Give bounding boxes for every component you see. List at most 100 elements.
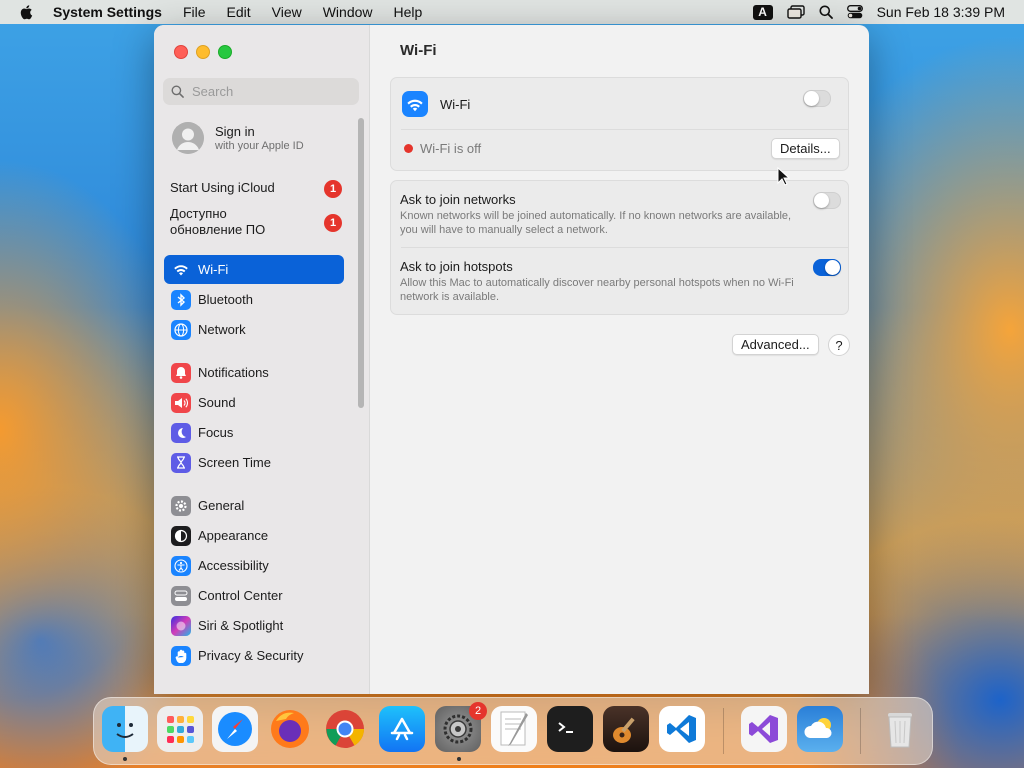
divider bbox=[401, 129, 848, 130]
apple-id-sign-in[interactable]: Sign in with your Apple ID bbox=[172, 122, 304, 154]
sidebar-item-network[interactable]: Network bbox=[164, 315, 344, 344]
speaker-icon bbox=[171, 392, 191, 413]
control-center-icon[interactable] bbox=[846, 5, 863, 19]
sidebar-item-wifi[interactable]: Wi-Fi bbox=[164, 255, 344, 284]
sidebar-item-appearance[interactable]: Appearance bbox=[164, 521, 344, 550]
wifi-toggle[interactable] bbox=[803, 90, 831, 107]
avatar bbox=[172, 122, 204, 154]
join-settings-card: Ask to join networks Known networks will… bbox=[390, 180, 849, 315]
screen-mirroring-icon[interactable] bbox=[786, 5, 805, 19]
chrome-icon[interactable] bbox=[322, 706, 368, 752]
dock: 2 bbox=[93, 697, 933, 765]
sidebar-item-focus[interactable]: Focus bbox=[164, 418, 344, 447]
ask-join-hotspots-title: Ask to join hotspots bbox=[400, 259, 513, 274]
menu-app-name[interactable]: System Settings bbox=[53, 4, 162, 20]
search-input[interactable] bbox=[190, 83, 354, 100]
divider bbox=[401, 247, 848, 248]
wifi-status: Wi-Fi is off bbox=[420, 141, 482, 156]
sidebar-item-siri-spotlight[interactable]: Siri & Spotlight bbox=[164, 611, 344, 640]
ask-join-networks-title: Ask to join networks bbox=[400, 192, 516, 207]
status-dot bbox=[404, 144, 413, 153]
sidebar-item-label: Privacy & Security bbox=[198, 648, 304, 663]
vscode-icon[interactable] bbox=[659, 706, 705, 752]
visual-studio-icon[interactable] bbox=[741, 706, 787, 752]
ask-join-networks-toggle[interactable] bbox=[813, 192, 841, 209]
wifi-label: Wi-Fi bbox=[440, 97, 471, 112]
advanced-button[interactable]: Advanced... bbox=[732, 334, 819, 355]
launchpad-icon[interactable] bbox=[157, 706, 203, 752]
sidebar-item-accessibility[interactable]: Accessibility bbox=[164, 551, 344, 580]
sidebar-item-general[interactable]: General bbox=[164, 491, 344, 520]
sidebar-item-bluetooth[interactable]: Bluetooth bbox=[164, 285, 344, 314]
zoom-window-button[interactable] bbox=[218, 45, 232, 59]
minimize-window-button[interactable] bbox=[196, 45, 210, 59]
menu-help[interactable]: Help bbox=[394, 4, 423, 20]
sidebar-item-notifications[interactable]: Notifications bbox=[164, 358, 344, 387]
safari-icon[interactable] bbox=[212, 706, 258, 752]
trash-icon[interactable] bbox=[877, 706, 923, 752]
sidebar-alert-icloud[interactable]: Start Using iCloud 1 bbox=[170, 180, 342, 198]
menu-edit[interactable]: Edit bbox=[227, 4, 251, 20]
menu-file[interactable]: File bbox=[183, 4, 206, 20]
sidebar-scrollbar[interactable] bbox=[358, 118, 364, 408]
sidebar-item-label: Network bbox=[198, 322, 246, 337]
menu-view[interactable]: View bbox=[272, 4, 302, 20]
sidebar-item-label: General bbox=[198, 498, 245, 513]
alert-badge: 1 bbox=[324, 180, 342, 198]
sidebar-item-label: Focus bbox=[198, 425, 234, 440]
finder-icon[interactable] bbox=[102, 706, 148, 752]
siri-icon bbox=[171, 615, 191, 636]
sidebar-item-label: Accessibility bbox=[198, 558, 269, 573]
sidebar-item-label: Siri & Spotlight bbox=[198, 618, 284, 633]
sidebar-item-control-center[interactable]: Control Center bbox=[164, 581, 344, 610]
help-button[interactable]: ? bbox=[828, 334, 850, 356]
wifi-icon bbox=[171, 260, 191, 280]
wifi-card: Wi-Fi Wi-Fi is off Details... bbox=[390, 77, 849, 171]
sidebar: Sign in with your Apple ID Start Using i… bbox=[154, 25, 370, 694]
content-pane: Wi-Fi Wi-Fi Wi-Fi is off Details... Ask … bbox=[370, 25, 869, 694]
apple-logo-icon[interactable] bbox=[19, 4, 35, 20]
weather-icon[interactable] bbox=[797, 706, 843, 752]
sidebar-item-label: Wi-Fi bbox=[198, 262, 229, 277]
appearance-icon bbox=[171, 525, 191, 546]
sidebar-item-label: Appearance bbox=[198, 528, 269, 543]
sidebar-item-sound[interactable]: Sound bbox=[164, 388, 344, 417]
accessibility-icon bbox=[171, 555, 191, 576]
mouse-pointer-icon bbox=[777, 167, 790, 186]
globe-icon bbox=[171, 319, 191, 340]
app-store-icon[interactable] bbox=[379, 706, 425, 752]
sidebar-search[interactable] bbox=[163, 78, 359, 105]
firefox-icon[interactable] bbox=[267, 706, 313, 752]
details-button[interactable]: Details... bbox=[771, 138, 840, 159]
sidebar-item-label: Sound bbox=[198, 395, 236, 410]
sidebar-alert-software-update[interactable]: Доступно обновление ПО 1 bbox=[170, 206, 342, 238]
system-settings-window: Sign in with your Apple ID Start Using i… bbox=[154, 25, 869, 694]
moon-icon bbox=[171, 422, 191, 443]
textedit-icon[interactable] bbox=[491, 706, 537, 752]
hourglass-icon bbox=[171, 452, 191, 473]
input-source-icon[interactable]: A bbox=[752, 4, 773, 20]
menu-bar-clock[interactable]: Sun Feb 18 3:39 PM bbox=[877, 4, 1005, 20]
sign-in-title: Sign in bbox=[215, 124, 255, 139]
gear-icon bbox=[171, 495, 191, 516]
search-icon bbox=[171, 85, 184, 98]
garageband-icon[interactable] bbox=[603, 706, 649, 752]
dock-separator bbox=[723, 708, 724, 754]
menu-bar: System Settings File Edit View Window He… bbox=[0, 0, 1024, 24]
sign-in-subtitle: with your Apple ID bbox=[215, 140, 304, 152]
notification-badge: 2 bbox=[469, 702, 487, 720]
control-center-icon bbox=[171, 585, 191, 606]
sidebar-item-privacy-security[interactable]: Privacy & Security bbox=[164, 641, 344, 670]
ask-join-hotspots-toggle[interactable] bbox=[813, 259, 841, 276]
hand-icon bbox=[171, 645, 191, 666]
terminal-icon[interactable] bbox=[547, 706, 593, 752]
alert-label: Доступно обновление ПО bbox=[170, 206, 266, 237]
menu-window[interactable]: Window bbox=[323, 4, 373, 20]
running-indicator bbox=[457, 757, 461, 761]
running-indicator bbox=[123, 757, 127, 761]
sidebar-item-screen-time[interactable]: Screen Time bbox=[164, 448, 344, 477]
alert-label: Start Using iCloud bbox=[170, 180, 275, 195]
spotlight-search-icon[interactable] bbox=[819, 5, 833, 19]
close-window-button[interactable] bbox=[174, 45, 188, 59]
dock-separator bbox=[860, 708, 861, 754]
